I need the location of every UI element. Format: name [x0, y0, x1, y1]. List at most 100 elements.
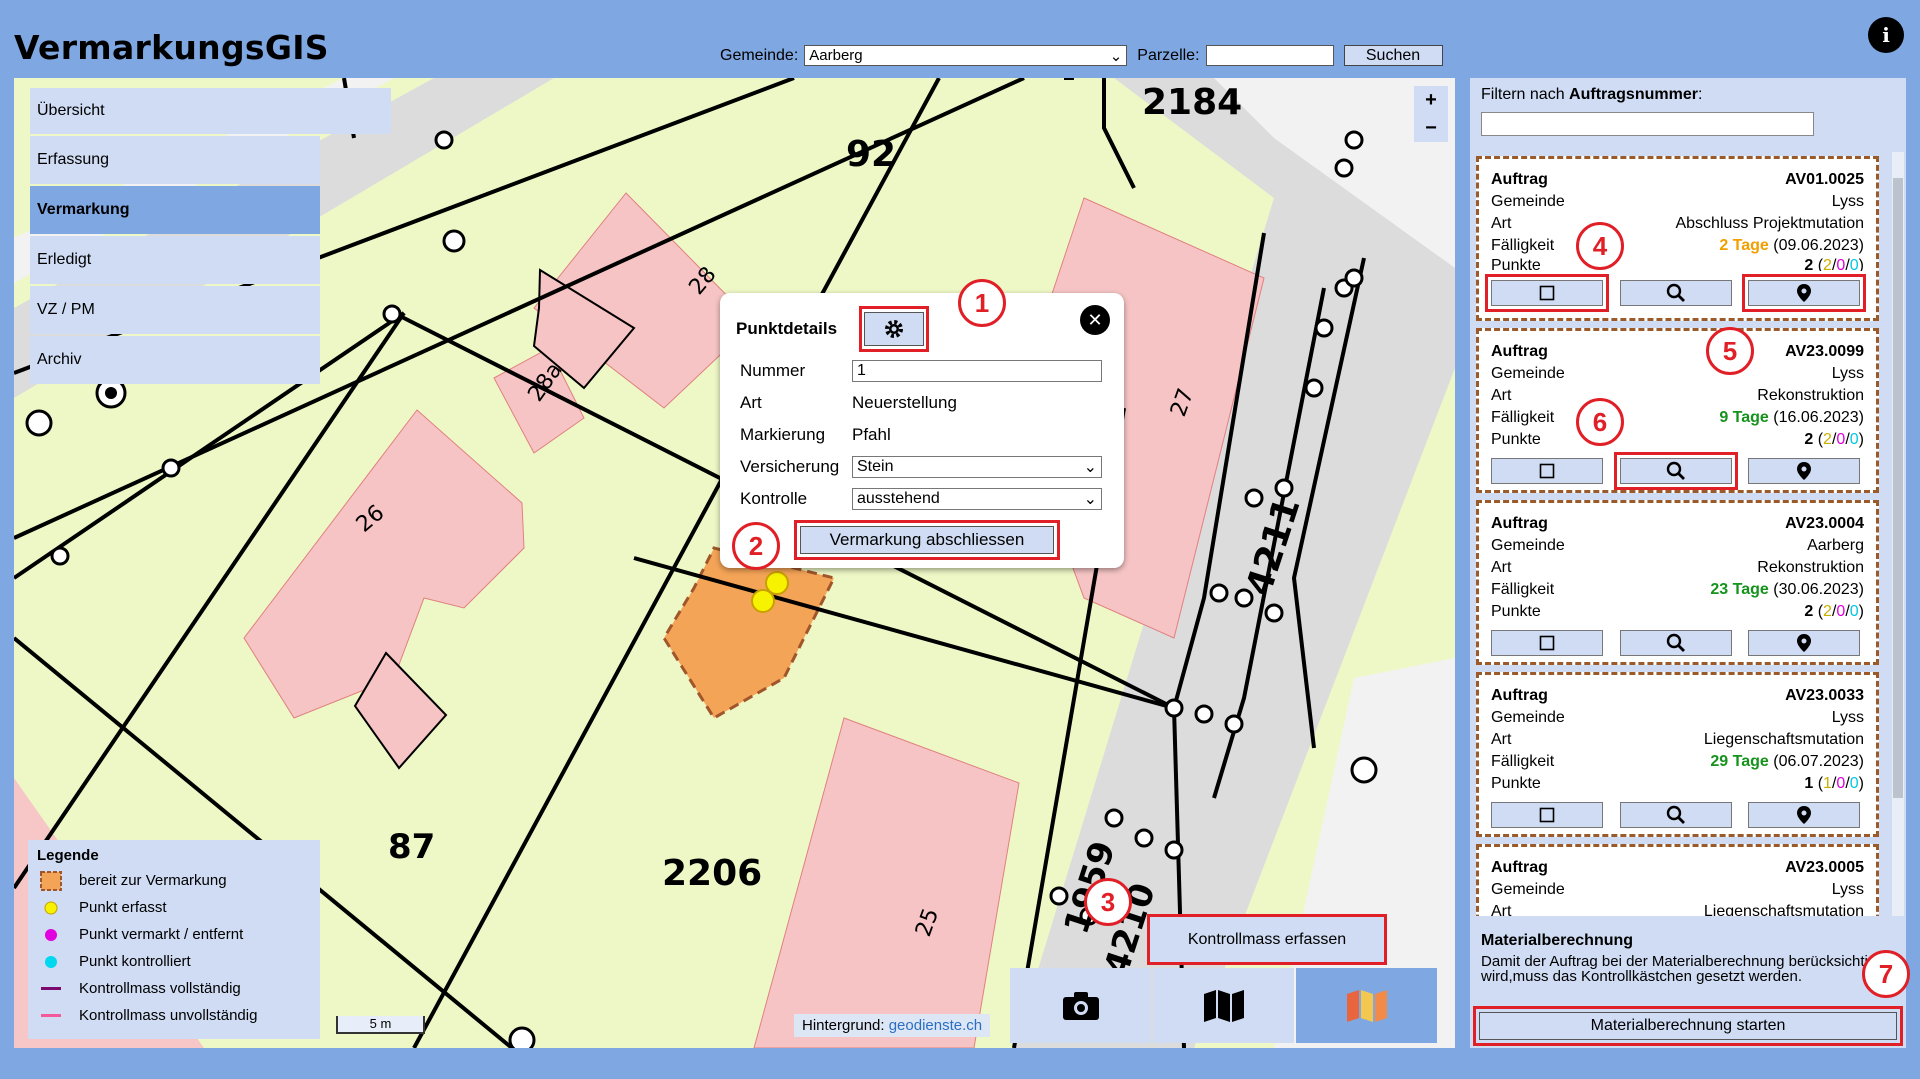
popup-row-markierung: Markierung Pfahl [736, 419, 1108, 451]
order-list-scrollbar[interactable] [1892, 152, 1904, 916]
field-label: Art [740, 393, 762, 412]
main-nav: Übersicht Erfassung Vermarkung Erledigt … [30, 88, 391, 386]
order-gemeinde: Aarberg [1807, 537, 1864, 554]
legend-label: bereit zur Vermarkung [79, 872, 227, 889]
zoom-control: + − [1414, 86, 1448, 142]
colored-map-button[interactable] [1296, 968, 1437, 1043]
order-label: Art [1491, 731, 1512, 748]
info-icon[interactable]: i [1868, 17, 1904, 53]
zoom-in-button[interactable]: + [1414, 86, 1448, 114]
marker-2: 2 [732, 522, 780, 570]
locate-order-button[interactable] [1748, 630, 1860, 656]
order-points: 2 (2/0/0) [1804, 257, 1864, 271]
gemeinde-select-value: Aarberg [809, 47, 863, 64]
order-gemeinde: Lyss [1831, 365, 1864, 382]
zoom-out-button[interactable]: − [1414, 114, 1448, 142]
order-label: Auftrag [1491, 171, 1548, 188]
order-label: Auftrag [1491, 343, 1548, 360]
materialberechnung-label: Materialberechnung starten [1479, 1012, 1897, 1040]
nav-item-uebersicht[interactable]: Übersicht [30, 88, 391, 134]
order-id: AV23.0033 [1785, 687, 1864, 704]
material-section: Materialberechnung Damit der Auftrag bei… [1481, 932, 1901, 998]
nav-item-erledigt[interactable]: Erledigt [30, 236, 320, 284]
order-label: Gemeinde [1491, 709, 1565, 726]
zoom-to-order-button[interactable] [1613, 452, 1738, 490]
search-button[interactable]: Suchen [1343, 45, 1443, 66]
checkbox-button[interactable] [1491, 630, 1603, 656]
materialberechnung-starten-button[interactable]: Materialberechnung starten [1473, 1006, 1903, 1046]
due-days: 29 Tage [1710, 753, 1769, 770]
order-card: Auftrag AV01.0025 Gemeinde Lyss Art Abschlu… [1476, 156, 1879, 321]
legend-item: bereit zur Vermarkung [37, 867, 311, 894]
svg-text:92: 92 [846, 134, 896, 175]
due-date: (30.06.2023) [1773, 581, 1864, 598]
legend-label: Kontrollmass vollständig [79, 980, 241, 997]
checkbox-button[interactable] [1491, 802, 1603, 828]
gemeinde-label: Gemeinde: [720, 46, 799, 64]
vermarkung-abschliessen-label: Vermarkung abschliessen [800, 526, 1054, 554]
close-icon[interactable]: ✕ [1080, 305, 1110, 335]
app-title: VermarkungsGIS [14, 28, 329, 67]
vermarkung-abschliessen-button[interactable]: Vermarkung abschliessen [794, 520, 1060, 560]
nav-item-archiv[interactable]: Archiv [30, 336, 320, 384]
zoom-to-order-button[interactable] [1619, 630, 1732, 656]
nav-item-erfassung[interactable]: Erfassung [30, 136, 320, 184]
punktdetails-popup: Punktdetails ✕ Nummer 1 Art Neuerstellun… [720, 293, 1124, 568]
popup-row-art: Art Neuerstellung [736, 387, 1108, 419]
nav-item-vz-pm[interactable]: VZ / PM [30, 286, 320, 334]
marker-6: 6 [1576, 398, 1624, 446]
filter-label-suffix: : [1697, 86, 1703, 103]
order-due: 9 Tage (16.06.2023) [1719, 409, 1864, 427]
checkbox-icon [1539, 285, 1555, 301]
checkbox-icon [1539, 807, 1555, 823]
order-gemeinde: Lyss [1831, 881, 1864, 898]
order-label: Fälligkeit [1491, 753, 1555, 770]
search-icon [1666, 805, 1685, 824]
locate-order-button[interactable] [1748, 802, 1860, 828]
checkbox-button[interactable] [1491, 458, 1603, 484]
background-link[interactable]: geodienste.ch [889, 1017, 982, 1034]
map-button[interactable] [1153, 968, 1294, 1043]
kontrolle-select[interactable]: ausstehend ⌄ [852, 488, 1102, 510]
order-label: Punkte [1491, 431, 1541, 448]
order-label: Auftrag [1491, 687, 1548, 704]
parcel-label-2184: 2184 [1142, 82, 1242, 123]
order-card: Auftrag AV23.0099 Gemeinde Lyss Art Rekonst… [1476, 328, 1879, 493]
kontrollmass-erfassen-button[interactable]: Kontrollmass erfassen [1147, 914, 1387, 965]
colored-map-icon [1346, 989, 1387, 1022]
nav-item-vermarkung[interactable]: Vermarkung [30, 186, 320, 234]
scrollbar-thumb[interactable] [1893, 178, 1903, 798]
map-view[interactable]: 2184 92 87 2206 4211 1959 4210 28 28a 26… [14, 78, 1455, 1048]
marker-4: 4 [1576, 222, 1624, 270]
field-label: Versicherung [740, 457, 840, 476]
zoom-to-order-button[interactable] [1619, 280, 1732, 306]
nummer-input[interactable]: 1 [852, 360, 1102, 382]
legend-item: Kontrollmass vollständig [37, 975, 311, 1002]
checkbox-button[interactable] [1485, 274, 1609, 312]
order-art: Rekonstruktion [1757, 387, 1864, 404]
settings-button[interactable] [859, 306, 930, 352]
locate-order-button[interactable] [1742, 274, 1866, 312]
map-toolbar [1010, 968, 1439, 1043]
locate-order-button[interactable] [1748, 458, 1860, 484]
order-label: Punkte [1491, 257, 1541, 271]
order-id: AV23.0005 [1785, 859, 1864, 876]
order-label: Gemeinde [1491, 881, 1565, 898]
order-points: 2 (2/0/0) [1804, 603, 1864, 620]
filter-input[interactable] [1481, 112, 1814, 136]
camera-button[interactable] [1010, 968, 1151, 1043]
versicherung-select[interactable]: Stein ⌄ [852, 456, 1102, 478]
versicherung-value: Stein [857, 458, 894, 475]
order-label: Fälligkeit [1491, 237, 1555, 254]
parzelle-input[interactable] [1205, 45, 1334, 66]
order-due: 29 Tage (06.07.2023) [1710, 753, 1864, 771]
filter-label-bold: Auftragsnummer [1569, 86, 1698, 103]
due-date: (06.07.2023) [1773, 753, 1864, 770]
legend-pink-line-icon [41, 1013, 61, 1017]
legend-item: Punkt erfasst [37, 894, 311, 921]
order-due: 2 Tage (09.06.2023) [1719, 237, 1864, 255]
order-label: Art [1491, 215, 1512, 232]
order-label: Fälligkeit [1491, 581, 1555, 598]
gemeinde-select[interactable]: Aarberg ⌄ [804, 45, 1128, 66]
zoom-to-order-button[interactable] [1619, 802, 1732, 828]
